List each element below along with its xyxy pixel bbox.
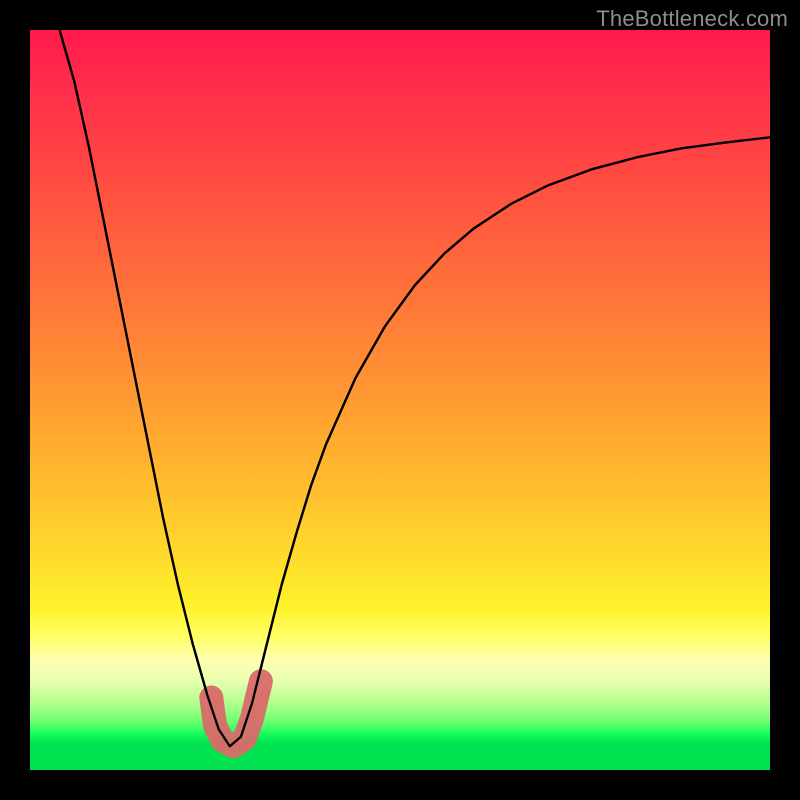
curve-group [60, 30, 770, 746]
bottleneck-curve-overlay [60, 30, 770, 746]
plot-svg [30, 30, 770, 770]
bottleneck-curve-line [60, 30, 770, 746]
chart-frame: TheBottleneck.com [0, 0, 800, 800]
highlight-group [60, 30, 770, 746]
highlight-band-line [211, 681, 261, 746]
watermark-text: TheBottleneck.com [596, 6, 788, 32]
plot-area [30, 30, 770, 770]
